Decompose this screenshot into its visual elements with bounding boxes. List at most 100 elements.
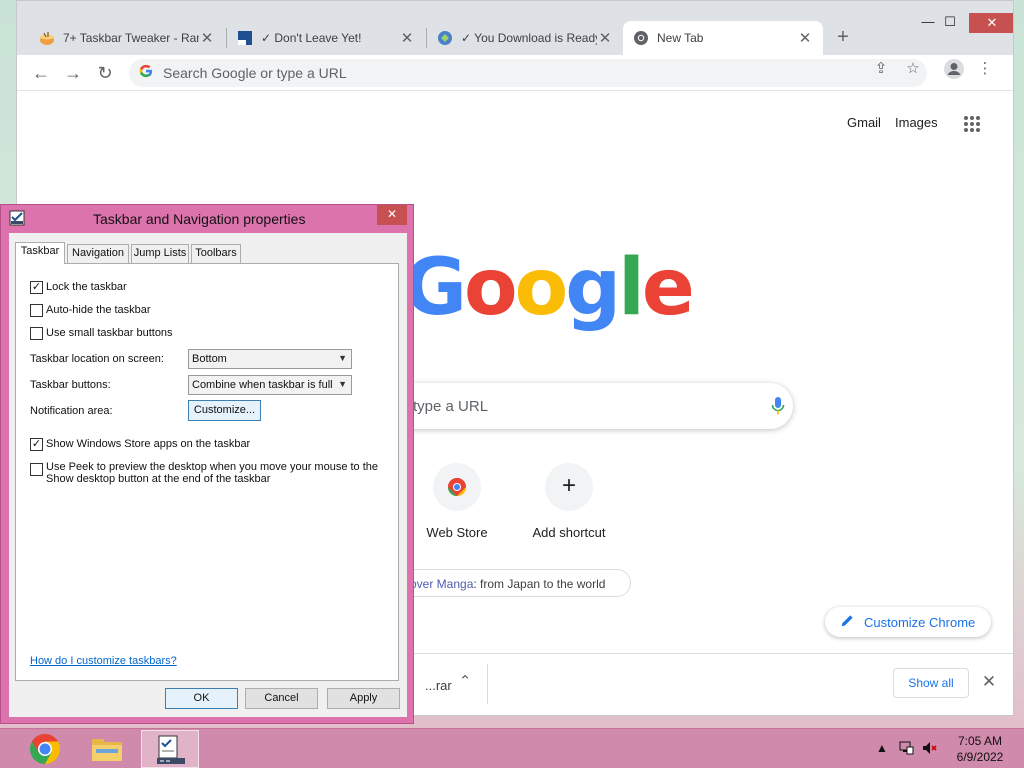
chrome-icon [633, 30, 649, 46]
taskbar-chrome[interactable] [16, 730, 74, 768]
dropdown-value: Bottom [192, 353, 227, 365]
tab-dont-leave[interactable]: ✓ Don't Leave Yet! ✕ [227, 21, 425, 55]
tab-navigation[interactable]: Navigation [67, 244, 129, 263]
ramen-bowl-icon [39, 30, 55, 46]
windows-taskbar: ▲ 7:05 AM 6/9/2022 [0, 728, 1024, 768]
promo-text: : from Japan to the world [473, 577, 606, 591]
checkbox-unchecked[interactable] [30, 327, 43, 340]
tab-close-icon[interactable]: ✕ [399, 29, 415, 47]
auto-hide-checkbox-row[interactable]: Auto-hide the taskbar [30, 304, 151, 317]
reload-icon[interactable]: ↻ [93, 61, 117, 85]
chevron-up-icon[interactable]: ⌃ [455, 672, 475, 690]
tab-taskbar-tweaker[interactable]: 7+ Taskbar Tweaker - Ramen Software ✕ [29, 21, 225, 55]
show-hidden-icons-chevron-icon[interactable]: ▲ [874, 741, 890, 755]
tab-strip: 7+ Taskbar Tweaker - Ramen Software ✕ ✓ … [17, 1, 1013, 55]
images-link[interactable]: Images [895, 115, 938, 130]
blue-square-icon [237, 30, 253, 46]
chrome-icon [29, 733, 61, 768]
dialog-body: Taskbar Navigation Jump Lists Toolbars ✓… [9, 233, 407, 717]
shortcut-add[interactable]: + Add shortcut [521, 463, 617, 540]
taskbar-properties-icon [155, 734, 187, 768]
show-all-downloads-button[interactable]: Show all [893, 668, 969, 698]
address-bar[interactable]: Search Google or type a URL [129, 59, 927, 87]
chevron-down-icon: ▼ [338, 353, 347, 363]
cancel-button[interactable]: Cancel [245, 688, 318, 709]
dialog-close-button[interactable]: ✕ [377, 205, 407, 225]
volume-muted-icon[interactable] [922, 741, 938, 758]
taskbar-properties-icon [9, 210, 25, 231]
more-menu-icon[interactable]: ⋮ [975, 59, 995, 77]
checkbox-label: Show Windows Store apps on the taskbar [46, 438, 251, 450]
tab-title: ✓ Don't Leave Yet! [261, 31, 362, 45]
apps-grid-icon[interactable] [963, 115, 981, 138]
checkbox-label: Lock the taskbar [46, 281, 127, 293]
checkbox-unchecked[interactable] [30, 463, 43, 476]
tab-close-icon[interactable]: ✕ [597, 29, 613, 47]
tab-taskbar[interactable]: Taskbar [15, 242, 65, 264]
shortcut-label: Web Store [426, 525, 488, 540]
checkbox-label: Use Peek to preview the desktop when you… [46, 461, 378, 485]
taskbar-settings-panel: ✓ Lock the taskbar Auto-hide the taskbar… [15, 263, 399, 681]
download-item-name[interactable]: ...rar [425, 678, 452, 693]
close-downloads-icon[interactable]: ✕ [979, 672, 999, 692]
close-window-button[interactable]: ✕ [969, 13, 1013, 33]
back-arrow-icon[interactable]: ← [29, 61, 53, 85]
checkbox-checked[interactable]: ✓ [30, 438, 43, 451]
chevron-down-icon: ▼ [338, 379, 347, 389]
apply-button[interactable]: Apply [327, 688, 400, 709]
notification-label: Notification area: [30, 405, 113, 417]
small-buttons-checkbox-row[interactable]: Use small taskbar buttons [30, 327, 173, 340]
shortcut-web-store[interactable]: Web Store [409, 463, 505, 540]
tab-close-icon[interactable]: ✕ [797, 29, 813, 47]
dropdown-value: Combine when taskbar is full [192, 379, 333, 391]
profile-avatar-icon[interactable] [943, 58, 964, 84]
gmail-link[interactable]: Gmail [847, 115, 881, 130]
tab-title: New Tab [657, 31, 704, 45]
chrome-webstore-icon [433, 463, 481, 511]
network-icon[interactable] [898, 741, 914, 758]
taskbar-properties-dialog: Taskbar and Navigation properties ✕ Task… [0, 204, 414, 724]
checkbox-checked[interactable]: ✓ [30, 281, 43, 294]
lock-taskbar-checkbox-row[interactable]: ✓ Lock the taskbar [30, 281, 127, 294]
checkbox-label: Use small taskbar buttons [46, 327, 173, 339]
ok-button[interactable]: OK [165, 688, 238, 709]
customize-chrome-button[interactable]: Customize Chrome [825, 607, 991, 637]
checkbox-unchecked[interactable] [30, 304, 43, 317]
peek-checkbox-row[interactable]: Use Peek to preview the desktop when you… [30, 461, 378, 485]
tab-title: 7+ Taskbar Tweaker - Ramen Software [63, 31, 199, 45]
tab-jump-lists[interactable]: Jump Lists [131, 244, 189, 263]
tab-new-tab[interactable]: New Tab ✕ [623, 21, 823, 55]
address-bar-placeholder: Search Google or type a URL [163, 65, 347, 81]
system-clock[interactable]: 7:05 AM 6/9/2022 [950, 733, 1010, 765]
tab-toolbars[interactable]: Toolbars [191, 244, 241, 263]
dialog-titlebar[interactable]: Taskbar and Navigation properties ✕ [1, 205, 413, 233]
tab-download-ready[interactable]: ✓ You Download is Ready ✕ [427, 21, 623, 55]
share-icon[interactable]: ⇪ [871, 59, 891, 77]
new-tab-button[interactable]: + [831, 26, 855, 50]
bookmark-star-icon[interactable]: ☆ [903, 59, 923, 77]
download-site-icon [437, 30, 453, 46]
maximize-button[interactable]: ☐ [927, 11, 973, 33]
microphone-icon[interactable] [771, 396, 785, 421]
search-box-placeholder: type a URL [413, 398, 489, 415]
help-link[interactable]: How do I customize taskbars? [30, 655, 177, 667]
buttons-dropdown[interactable]: Combine when taskbar is full ▼ [188, 375, 352, 395]
customize-chrome-label: Customize Chrome [864, 614, 976, 630]
peek-label-line2: Show desktop button at the end of the ta… [46, 473, 271, 485]
plus-icon: + [545, 463, 593, 511]
google-g-icon [139, 64, 153, 83]
dialog-title: Taskbar and Navigation properties [93, 211, 306, 227]
forward-arrow-icon[interactable]: → [61, 61, 85, 85]
buttons-label: Taskbar buttons: [30, 379, 111, 391]
tab-close-icon[interactable]: ✕ [199, 29, 215, 47]
location-dropdown[interactable]: Bottom ▼ [188, 349, 352, 369]
location-label: Taskbar location on screen: [30, 353, 164, 365]
customize-notification-button[interactable]: Customize... [188, 400, 261, 421]
peek-label-line1: Use Peek to preview the desktop when you… [46, 461, 379, 473]
taskbar-properties-app[interactable] [141, 730, 199, 768]
store-apps-checkbox-row[interactable]: ✓ Show Windows Store apps on the taskbar [30, 438, 250, 451]
google-logo: Google [403, 243, 695, 333]
clock-time: 7:05 AM [957, 734, 1003, 748]
browser-toolbar: ← → ↻ Search Google or type a URL ⇪ ☆ ⋮ [17, 55, 1013, 91]
taskbar-file-explorer[interactable] [78, 730, 136, 768]
